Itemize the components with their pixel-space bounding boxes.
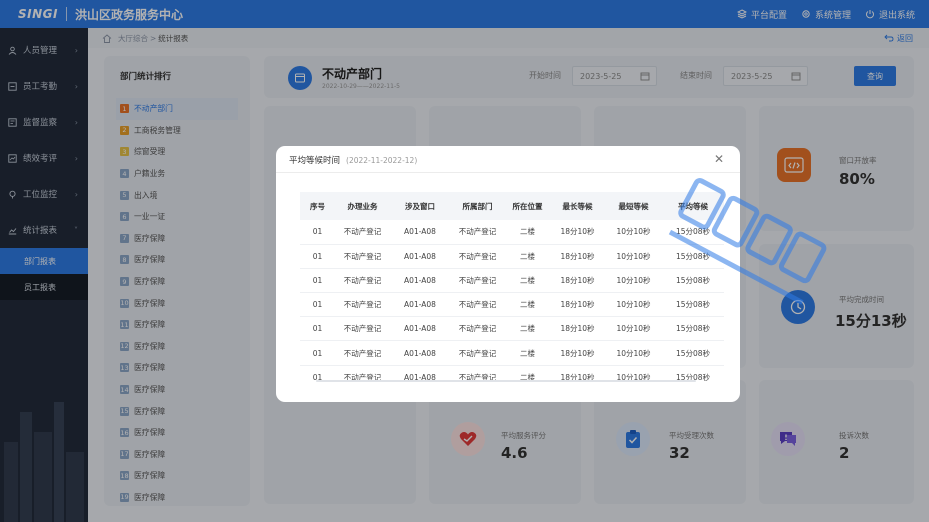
table-cell: A01-A08 xyxy=(390,220,450,245)
close-icon[interactable]: ✕ xyxy=(714,152,724,166)
table-cell: 不动产登记 xyxy=(450,220,505,245)
column-header: 平均等候 xyxy=(662,192,724,220)
table-cell: 10分10秒 xyxy=(605,340,662,366)
table-cell: 不动产登记 xyxy=(450,244,505,269)
table-cell: A01-A08 xyxy=(390,268,450,294)
table-cell: 10分10秒 xyxy=(605,244,662,269)
column-header: 最长等候 xyxy=(550,192,605,220)
table-row: 01 不动产登记 A01-A08 不动产登记 二楼 18分10秒 10分10秒 15分08秒 xyxy=(300,292,724,318)
table-cell: 不动产登记 xyxy=(335,316,390,342)
table-row: 01 不动产登记 A01-A08 不动产登记 二楼 18分10秒 10分10秒 15分08秒 xyxy=(300,316,724,342)
table-cell: 15分08秒 xyxy=(662,292,724,318)
table-cell: 18分10秒 xyxy=(550,316,605,342)
table-cell: 二楼 xyxy=(505,244,550,269)
table-cell: 18分10秒 xyxy=(550,268,605,294)
table-cell: 不动产登记 xyxy=(335,340,390,366)
table-header-row: 序号 办理业务 涉及窗口 所属部门 所在位置 最长等候 最短等候 平均等候 xyxy=(300,192,724,220)
table-cell: 二楼 xyxy=(505,268,550,294)
table-cell: 不动产登记 xyxy=(450,316,505,342)
table-cell: 15分08秒 xyxy=(662,244,724,269)
table-cell: 01 xyxy=(300,244,335,269)
modal-range: (2022-11-2022-12) xyxy=(346,156,418,165)
column-header: 序号 xyxy=(300,192,335,220)
table-cell: 01 xyxy=(300,316,335,342)
table-cell: 18分10秒 xyxy=(550,244,605,269)
table-cell: 01 xyxy=(300,220,335,245)
avg-wait-modal: 平均等候时间 (2022-11-2022-12) ✕ 序号 办理业务 涉及窗口 所属部门… xyxy=(276,146,740,402)
horizontal-scrollbar[interactable] xyxy=(316,380,696,382)
table-cell: 不动产登记 xyxy=(335,220,390,245)
table-row: 01 不动产登记 A01-A08 不动产登记 二楼 18分10秒 10分10秒 15分08秒 xyxy=(300,340,724,366)
table-cell: A01-A08 xyxy=(390,340,450,366)
table-cell: 15分08秒 xyxy=(662,220,724,245)
table-cell: 不动产登记 xyxy=(450,340,505,366)
modal-title: 平均等候时间 (2022-11-2022-12) xyxy=(289,154,417,166)
modal-divider xyxy=(276,172,740,173)
table-cell: 不动产登记 xyxy=(450,292,505,318)
table-cell: 01 xyxy=(300,292,335,318)
table-cell: 01 xyxy=(300,340,335,366)
table-cell: 二楼 xyxy=(505,220,550,245)
table-cell: 10分10秒 xyxy=(605,316,662,342)
column-header: 办理业务 xyxy=(335,192,390,220)
table-cell: A01-A08 xyxy=(390,244,450,269)
column-header: 最短等候 xyxy=(605,192,662,220)
table-cell: 二楼 xyxy=(505,292,550,318)
table-cell: 15分08秒 xyxy=(662,340,724,366)
table-cell: 10分10秒 xyxy=(605,268,662,294)
column-header: 涉及窗口 xyxy=(390,192,450,220)
table-cell: 不动产登记 xyxy=(335,244,390,269)
wait-table-wrapper[interactable]: 序号 办理业务 涉及窗口 所属部门 所在位置 最长等候 最短等候 平均等候 01 不动产登记 A0… xyxy=(300,192,724,384)
table-cell: 10分10秒 xyxy=(605,220,662,245)
table-cell: A01-A08 xyxy=(390,316,450,342)
table-body: 01 不动产登记 A01-A08 不动产登记 二楼 18分10秒 10分10秒 15分08秒 0… xyxy=(300,220,724,384)
table-cell: 15分08秒 xyxy=(662,316,724,342)
table-cell: 15分08秒 xyxy=(662,268,724,294)
modal-title-text: 平均等候时间 xyxy=(289,156,341,166)
table-cell: 二楼 xyxy=(505,340,550,366)
table-cell: 01 xyxy=(300,268,335,294)
table-cell: 18分10秒 xyxy=(550,292,605,318)
table-cell: 18分10秒 xyxy=(550,220,605,245)
table-cell: 不动产登记 xyxy=(450,268,505,294)
table-row: 01 不动产登记 A01-A08 不动产登记 二楼 18分10秒 10分10秒 15分08秒 xyxy=(300,244,724,269)
table-row: 01 不动产登记 A01-A08 不动产登记 二楼 18分10秒 10分10秒 15分08秒 xyxy=(300,220,724,245)
table-cell: 二楼 xyxy=(505,316,550,342)
column-header: 所属部门 xyxy=(450,192,505,220)
table-cell: 10分10秒 xyxy=(605,292,662,318)
table-cell: A01-A08 xyxy=(390,292,450,318)
table-row: 01 不动产登记 A01-A08 不动产登记 二楼 18分10秒 10分10秒 15分08秒 xyxy=(300,268,724,294)
table-cell: 不动产登记 xyxy=(335,292,390,318)
wait-table: 序号 办理业务 涉及窗口 所属部门 所在位置 最长等候 最短等候 平均等候 01 不动产登记 A0… xyxy=(300,192,724,384)
column-header: 所在位置 xyxy=(505,192,550,220)
table-cell: 不动产登记 xyxy=(335,268,390,294)
table-cell: 18分10秒 xyxy=(550,340,605,366)
